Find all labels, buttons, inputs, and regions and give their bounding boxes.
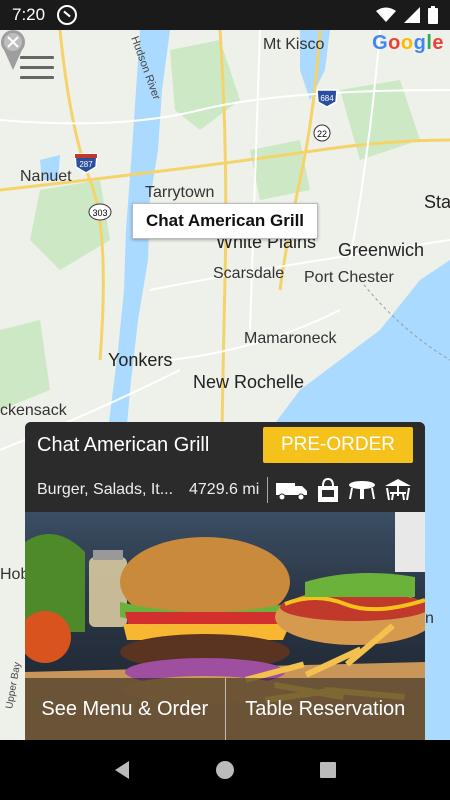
svg-text:22: 22	[317, 129, 327, 139]
app-notification-icon	[57, 5, 78, 25]
cellular-signal-icon	[404, 7, 420, 23]
map-label-port-chester: Port Chester	[304, 269, 394, 286]
system-nav-bar	[0, 740, 450, 800]
delivery-truck-icon	[276, 483, 308, 501]
dine-in-table-icon	[349, 481, 376, 500]
route-shield-684-icon: 684	[316, 89, 338, 108]
map-label-new-rochelle: New Rochelle	[193, 372, 305, 392]
service-icons	[276, 477, 412, 503]
svg-text:684: 684	[320, 94, 334, 103]
map-label-scarsdale: Scarsdale	[213, 265, 285, 282]
wifi-icon	[376, 7, 396, 22]
home-icon[interactable]	[214, 759, 236, 781]
restaurant-card[interactable]: Chat American Grill PRE-ORDER Burger, Sa…	[25, 422, 425, 740]
preorder-button[interactable]: PRE-ORDER	[262, 427, 413, 463]
card-info-row: Burger, Salads, It... 4729.6 mi	[25, 468, 425, 512]
map-label-nanuet: Nanuet	[20, 168, 72, 185]
status-bar: 7:20	[0, 0, 450, 30]
status-time: 7:20	[12, 5, 46, 24]
google-logo: Google	[372, 32, 444, 54]
table-reservation-button[interactable]: Table Reservation	[224, 678, 426, 740]
card-header: Chat American Grill PRE-ORDER	[25, 422, 425, 468]
route-shield-22-icon: 22	[313, 124, 331, 142]
map-label-tarrytown: Tarrytown	[145, 184, 215, 201]
map-label-edge-n: n	[425, 610, 434, 627]
info-divider	[267, 477, 269, 503]
route-shield-303-icon: 303	[88, 203, 112, 221]
see-menu-order-button[interactable]: See Menu & Order	[25, 678, 225, 740]
recents-icon[interactable]	[317, 759, 339, 781]
map-label-greenwich: Greenwich	[338, 240, 425, 260]
map-label-hackensack: ckensack	[0, 402, 67, 419]
marker-callout[interactable]: Chat American Grill	[132, 203, 318, 239]
svg-text:303: 303	[92, 208, 107, 218]
card-actions: See Menu & Order Table Reservation	[25, 678, 425, 740]
back-icon[interactable]	[111, 759, 133, 781]
svg-text:287: 287	[79, 160, 93, 169]
distance-text: 4729.6 mi	[189, 481, 260, 498]
map-label-stamford: Star	[424, 192, 450, 212]
route-shield-287-icon: 287	[74, 153, 98, 174]
map-label-yonkers: Yonkers	[108, 350, 173, 370]
cuisine-text: Burger, Salads, It...	[37, 481, 174, 498]
restaurant-name: Chat American Grill	[37, 433, 210, 456]
map-marker-pin-icon[interactable]	[0, 30, 26, 70]
status-icons	[376, 6, 438, 24]
outdoor-seating-icon	[385, 479, 412, 501]
battery-icon	[428, 6, 438, 24]
takeout-bag-icon	[318, 477, 339, 502]
map-label-mt-kisco: Mt Kisco	[263, 36, 325, 53]
map-label-mamaroneck: Mamaroneck	[244, 330, 337, 347]
food-photo: See Menu & Order Table Reservation	[25, 512, 425, 740]
